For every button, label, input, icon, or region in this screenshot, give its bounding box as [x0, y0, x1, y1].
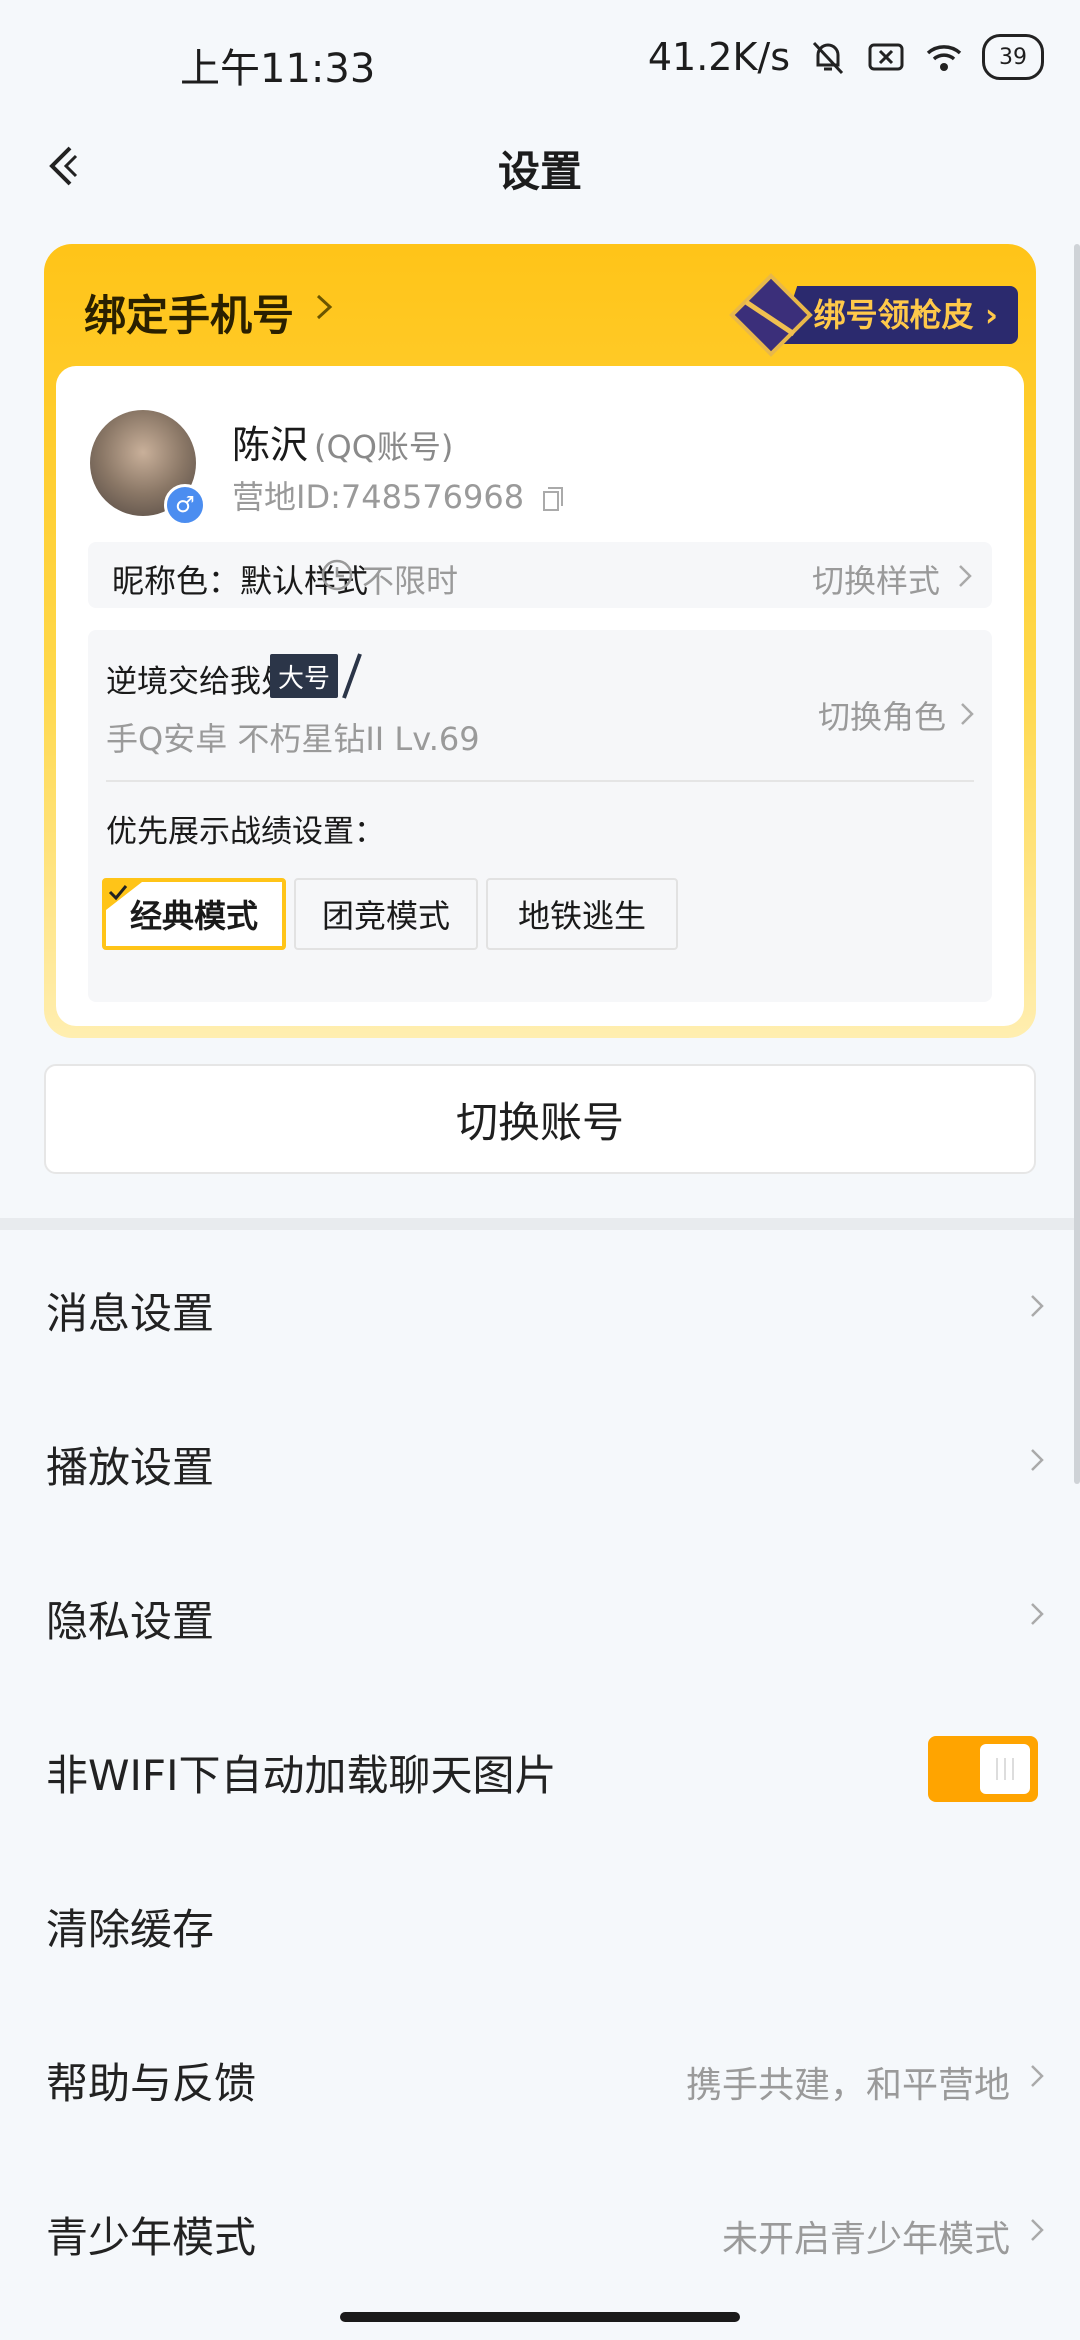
network-speed: 41.2K/s [647, 35, 790, 79]
status-time: 上午11:33 [180, 46, 376, 92]
settings-label: 青少年模式 [46, 2213, 257, 2262]
male-icon: ♂ [164, 484, 206, 526]
account-type: (QQ账号) [314, 428, 454, 466]
nickname-duration: 不限时 [362, 562, 459, 600]
settings-row-playback[interactable]: 播放设置 [0, 1384, 1080, 1538]
chevron-right-icon [1031, 1295, 1044, 1317]
toggle-knob [980, 1744, 1030, 1794]
mode-label: 团竞模式 [321, 897, 450, 935]
auto-load-images-toggle[interactable] [928, 1736, 1038, 1802]
priority-display-label: 优先展示战绩设置： [106, 814, 385, 850]
camp-id-line: 营地ID:748576968 [232, 472, 564, 518]
chevron-right-icon [1031, 2065, 1044, 2087]
settings-value: 未开启青少年模式 [721, 2219, 1010, 2260]
scrollbar[interactable] [1074, 244, 1080, 1484]
promo-label: 绑号领枪皮 [813, 296, 974, 334]
settings-label: 非WIFI下自动加载聊天图片 [46, 1751, 557, 1800]
promo-text: 绑号领枪皮 › [813, 296, 998, 334]
switch-style-link[interactable]: 切换样式 [812, 556, 940, 602]
mode-label: 地铁逃生 [517, 897, 646, 935]
battery-icon: 39 [982, 34, 1044, 80]
home-indicator[interactable] [340, 2312, 740, 2322]
user-name: 陈沢 [232, 423, 309, 467]
chevron-right-icon [316, 294, 333, 320]
section-divider [0, 1218, 1080, 1230]
switch-role-link[interactable]: 切换角色 [818, 692, 946, 738]
clock-icon [321, 559, 353, 591]
status-right: 41.2K/s 39 [648, 34, 1044, 80]
divider [106, 780, 974, 782]
gun-skin-icon [729, 273, 813, 357]
bind-phone-label: 绑定手机号 [84, 291, 295, 340]
wifi-icon [926, 45, 962, 71]
mode-metro-button[interactable]: 地铁逃生 [486, 878, 678, 950]
settings-row-privacy[interactable]: 隐私设置 [0, 1538, 1080, 1692]
nickname-color-row[interactable]: 昵称色：默认样式 不限时 切换样式 [88, 542, 992, 608]
settings-row-clear-cache[interactable]: 清除缓存 [0, 1846, 1080, 2000]
settings-label: 清除缓存 [46, 1905, 215, 1954]
settings-row-wifi-images: 非WIFI下自动加载聊天图片 [0, 1692, 1080, 1846]
main-account-badge: 大号 [270, 654, 338, 698]
checkmark-icon [106, 882, 142, 910]
chevron-right-icon [959, 565, 972, 587]
mode-classic-button[interactable]: 经典模式 [102, 878, 286, 950]
bell-muted-icon [812, 41, 844, 75]
nav-bar: 设置 [0, 118, 1080, 214]
account-card: 绑定手机号 绑号领枪皮 › ♂ 陈沢 (QQ账号) 营地ID:748576968 … [44, 244, 1036, 1038]
switch-account-button[interactable]: 切换账号 [44, 1064, 1036, 1174]
chevron-right-icon [1031, 2219, 1044, 2241]
badge-slash-decoration [342, 653, 362, 699]
mode-team-button[interactable]: 团竞模式 [294, 878, 478, 950]
settings-row-help[interactable]: 帮助与反馈 携手共建，和平营地 [0, 2000, 1080, 2154]
settings-row-message[interactable]: 消息设置 [0, 1230, 1080, 1384]
status-bar: 上午11:33 41.2K/s 39 [0, 0, 1080, 120]
settings-label: 隐私设置 [46, 1597, 215, 1646]
copy-icon[interactable] [542, 486, 564, 512]
role-box: 逆境交给我处理 大号 手Q安卓 不朽星钻II Lv.69 切换角色 优先展示战绩… [88, 630, 992, 1002]
account-card-inner: ♂ 陈沢 (QQ账号) 营地ID:748576968 昵称色：默认样式 不限时 切… [56, 366, 1024, 1026]
sim-off-icon [868, 43, 904, 71]
settings-label: 播放设置 [46, 1443, 215, 1492]
page-title: 设置 [497, 147, 582, 196]
settings-label: 帮助与反馈 [46, 2059, 257, 2108]
chevron-right-icon [961, 703, 974, 725]
camp-id: 营地ID:748576968 [232, 478, 525, 516]
mode-label: 经典模式 [129, 897, 258, 935]
chevron-right-icon [1031, 1603, 1044, 1625]
settings-value: 携手共建，和平营地 [685, 2065, 1010, 2106]
bind-phone-tab[interactable]: 绑定手机号 [44, 244, 704, 366]
chevron-right-icon [1031, 1449, 1044, 1471]
user-name-line: 陈沢 (QQ账号) [232, 414, 453, 469]
promo-banner[interactable]: 绑号领枪皮 › [718, 272, 1018, 357]
settings-row-teen-mode[interactable]: 青少年模式 未开启青少年模式 [0, 2154, 1080, 2308]
settings-label: 消息设置 [46, 1289, 215, 1338]
role-info: 手Q安卓 不朽星钻II Lv.69 [106, 720, 480, 758]
